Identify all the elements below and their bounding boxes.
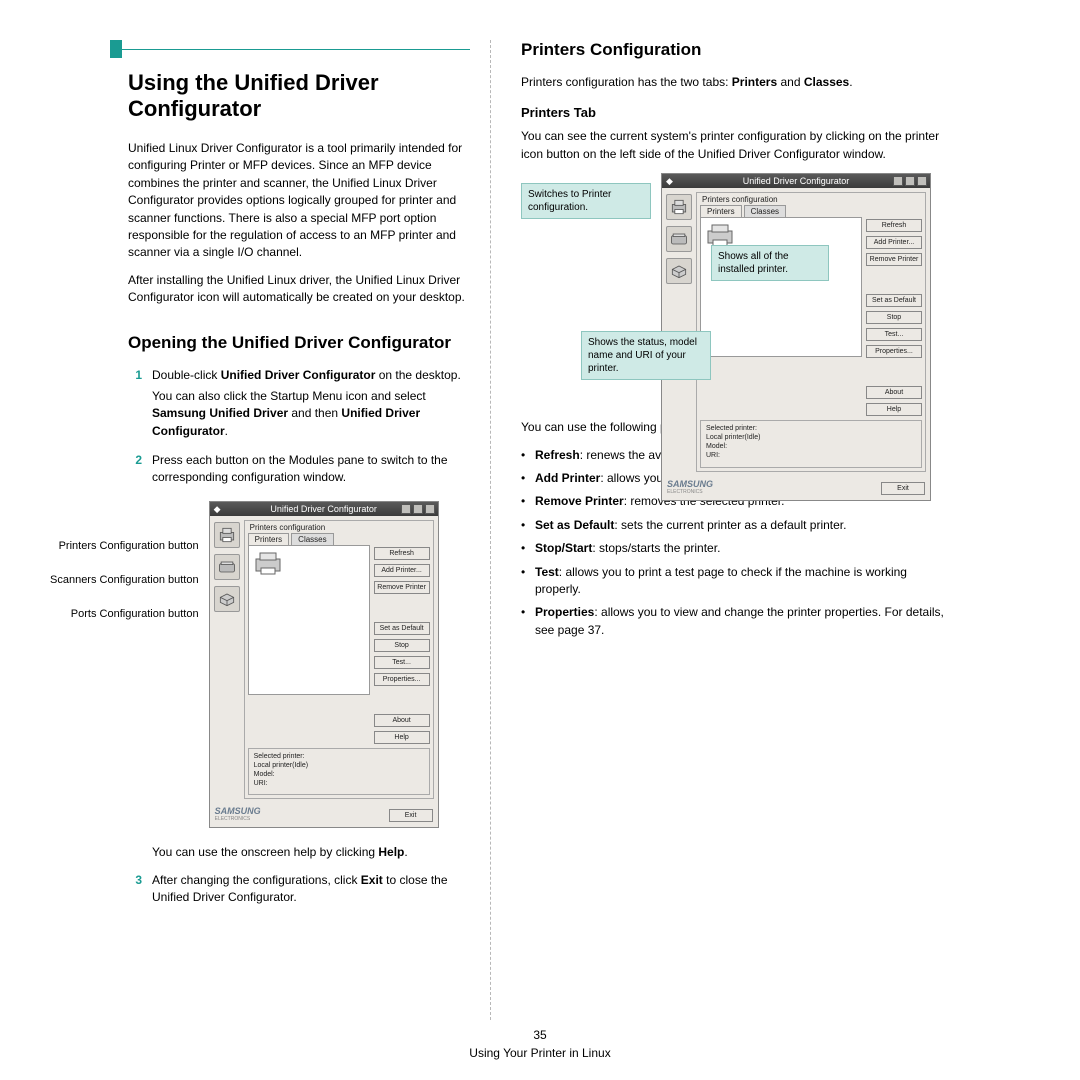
close-icon xyxy=(425,504,435,514)
tab-printers: Printers xyxy=(248,533,290,545)
stop-button: Stop xyxy=(374,639,430,652)
ports-module-icon xyxy=(214,586,240,612)
scanner-module-icon xyxy=(214,554,240,580)
exit-button: Exit xyxy=(389,809,433,822)
printers-config-heading: Printers Configuration xyxy=(521,40,951,60)
minimize-icon xyxy=(401,504,411,514)
dialog-title-bar: ◆ Unified Driver Configurator xyxy=(210,502,438,516)
section-heading-opening: Opening the Unified Driver Configurator xyxy=(128,333,470,353)
group-title: Printers configuration xyxy=(248,523,328,532)
callout-scanners: Scanners Configuration button xyxy=(50,563,199,597)
bullet-properties: Properties: allows you to view and chang… xyxy=(521,604,951,639)
page-footer: 35 Using Your Printer in Linux xyxy=(0,1026,1080,1062)
remove-printer-button: Remove Printer xyxy=(374,581,430,594)
page-number: 35 xyxy=(0,1026,1080,1044)
callout-status-model-uri: Shows the status, model name and URI of … xyxy=(581,331,711,380)
printer-module-icon xyxy=(666,194,692,220)
refresh-button: Refresh xyxy=(374,547,430,560)
callout-printers: Printers Configuration button xyxy=(50,529,199,563)
bullet-test: Test: allows you to print a test page to… xyxy=(521,564,951,599)
dialog-unified-driver: ◆ Unified Driver Configurator Printers c… xyxy=(209,501,439,828)
set-default-button: Set as Default xyxy=(374,622,430,635)
bullet-stop-start: Stop/Start: stops/starts the printer. xyxy=(521,540,951,557)
callout-installed-printers: Shows all of the installed printer. xyxy=(711,245,829,281)
about-button: About xyxy=(374,714,430,727)
intro-paragraph-1: Unified Linux Driver Configurator is a t… xyxy=(128,140,470,262)
ports-module-icon xyxy=(666,258,692,284)
step-number-2: 2 xyxy=(128,452,152,491)
step-3-text: After changing the configurations, click… xyxy=(152,872,470,907)
printers-config-intro: Printers configuration has the two tabs:… xyxy=(521,74,951,91)
test-button: Test... xyxy=(374,656,430,669)
step-2-text: Press each button on the Modules pane to… xyxy=(152,452,470,487)
printer-module-icon xyxy=(214,522,240,548)
help-button: Help xyxy=(374,731,430,744)
printers-tab-text: You can see the current system's printer… xyxy=(521,128,951,163)
step-1-line-1: Double-click Unified Driver Configurator… xyxy=(152,367,470,384)
step-number-3: 3 xyxy=(128,872,152,911)
printers-tab-heading: Printers Tab xyxy=(521,105,951,120)
step-number-1: 1 xyxy=(128,367,152,445)
scanner-module-icon xyxy=(666,226,692,252)
properties-button: Properties... xyxy=(374,673,430,686)
callout-ports: Ports Configuration button xyxy=(50,597,199,631)
samsung-logo: SAMSUNG ELECTRONICS xyxy=(215,806,261,822)
tab-classes: Classes xyxy=(291,533,333,545)
selected-printer-box: Selected printer: Local printer(Idle) Mo… xyxy=(248,748,430,795)
callout-switch-printer: Switches to Printer configuration. xyxy=(521,183,651,219)
bullet-set-default: Set as Default: sets the current printer… xyxy=(521,517,951,534)
add-printer-button: Add Printer... xyxy=(374,564,430,577)
step-1-line-2: You can also click the Startup Menu icon… xyxy=(152,388,470,440)
maximize-icon xyxy=(413,504,423,514)
printer-list-area xyxy=(248,545,370,695)
help-caption: You can use the onscreen help by clickin… xyxy=(152,844,470,861)
main-title: Using the Unified Driver Configurator xyxy=(128,70,470,122)
footer-text: Using Your Printer in Linux xyxy=(0,1044,1080,1062)
intro-paragraph-2: After installing the Unified Linux drive… xyxy=(128,272,470,307)
